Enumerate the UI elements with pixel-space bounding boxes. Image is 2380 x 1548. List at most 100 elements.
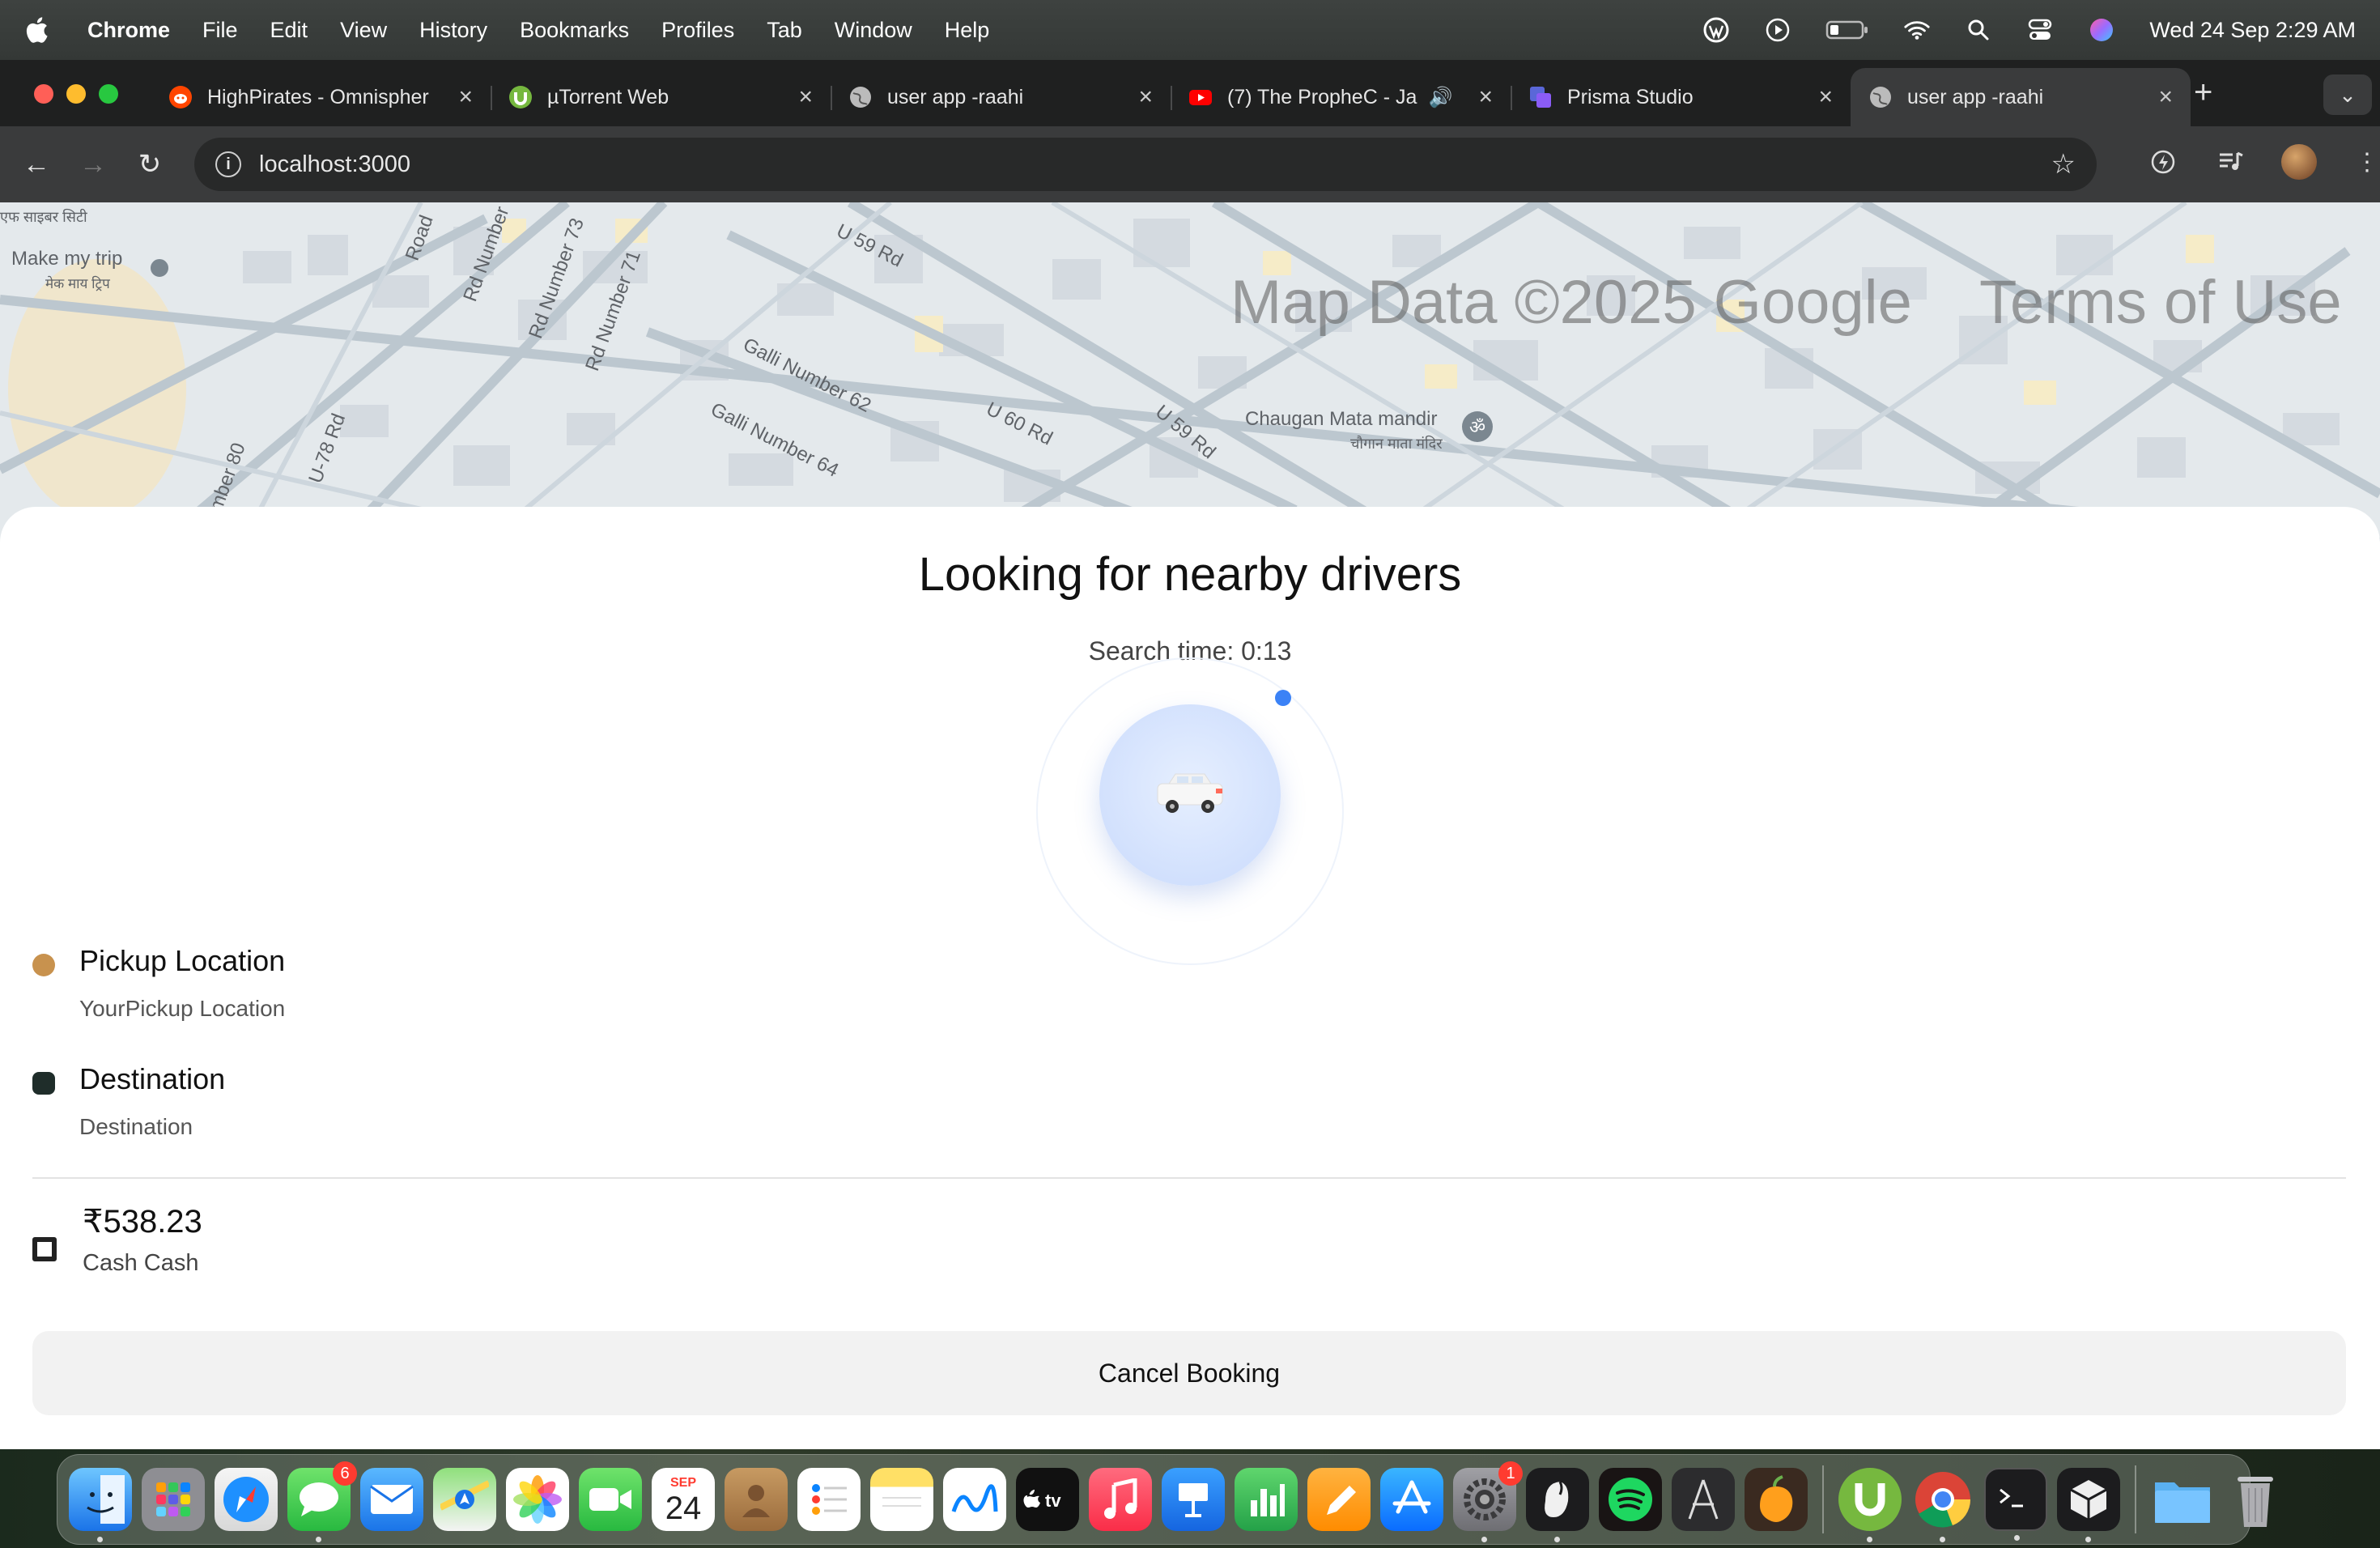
macos-dock: 6 SEP 24 tv 1	[57, 1454, 2273, 1545]
launchpad-icon[interactable]	[142, 1468, 205, 1531]
trash-icon[interactable]	[2224, 1468, 2287, 1531]
youtube-icon	[1188, 85, 1213, 109]
menu-view[interactable]: View	[340, 18, 387, 43]
close-window-button[interactable]	[34, 84, 53, 104]
new-tab-icon[interactable]: +	[2194, 74, 2212, 111]
pages-icon[interactable]	[1307, 1468, 1371, 1531]
chrome-icon[interactable]	[1911, 1468, 1974, 1542]
media-controls-icon[interactable]	[2213, 144, 2249, 180]
site-info-icon[interactable]: i	[215, 151, 241, 177]
tab-user-app[interactable]: user app -raahi ×	[831, 68, 1171, 126]
calendar-day: 24	[665, 1491, 702, 1526]
calendar-icon[interactable]: SEP 24	[652, 1468, 715, 1531]
close-tab-icon[interactable]: ×	[1138, 83, 1153, 111]
tab-youtube[interactable]: (7) The PropheC - Ja 🔊 ×	[1171, 68, 1511, 126]
fl-studio-icon[interactable]	[1745, 1468, 1808, 1531]
dock-separator	[2135, 1465, 2136, 1533]
pickup-title: Pickup Location	[79, 944, 286, 977]
reload-icon[interactable]: ↻	[130, 144, 170, 185]
payment-cash-icon	[32, 1237, 57, 1261]
reminders-icon[interactable]	[797, 1468, 861, 1531]
apple-tv-icon[interactable]: tv	[1016, 1468, 1079, 1531]
facetime-icon[interactable]	[579, 1468, 642, 1531]
freeform-icon[interactable]	[943, 1468, 1006, 1531]
control-center-icon[interactable]	[2026, 16, 2054, 44]
downloads-folder-icon[interactable]	[2151, 1468, 2214, 1531]
booking-sheet: Looking for nearby drivers Search time: …	[0, 507, 2380, 1449]
voice-memos-icon[interactable]	[1526, 1468, 1589, 1542]
pickup-row: Pickup Location YourPickup Location	[32, 944, 285, 1022]
temple-icon: ॐ	[1462, 411, 1493, 442]
tab-utorrent[interactable]: µTorrent Web ×	[491, 68, 831, 126]
speaker-icon[interactable]: 🔊	[1429, 86, 1453, 109]
map-label-makemytrip: Make my trip	[11, 248, 123, 270]
menu-bookmarks[interactable]: Bookmarks	[520, 18, 629, 43]
battery-icon[interactable]	[1825, 16, 1869, 44]
close-tab-icon[interactable]: ×	[1818, 83, 1833, 111]
numbers-icon[interactable]	[1235, 1468, 1298, 1531]
destination-dot-icon	[32, 1072, 55, 1095]
unity-icon[interactable]	[2057, 1468, 2120, 1542]
menu-edit[interactable]: Edit	[270, 18, 308, 43]
app-store-icon[interactable]	[1380, 1468, 1443, 1531]
menu-help[interactable]: Help	[945, 18, 990, 43]
notes-icon[interactable]	[870, 1468, 933, 1531]
close-tab-icon[interactable]: ×	[2158, 83, 2173, 111]
close-tab-icon[interactable]: ×	[798, 83, 813, 111]
menu-window[interactable]: Window	[835, 18, 912, 43]
tab-title: user app -raahi	[887, 85, 1024, 108]
tab-prisma-studio[interactable]: Prisma Studio ×	[1511, 68, 1851, 126]
media-play-status-icon[interactable]	[1764, 16, 1791, 44]
bookmark-star-icon[interactable]: ☆	[2051, 148, 2076, 181]
browser-tab-strip: HighPirates - Omnispher × µTorrent Web ×…	[0, 60, 2380, 126]
wifi-icon[interactable]	[1903, 16, 1931, 44]
window-controls	[34, 84, 118, 104]
contacts-icon[interactable]	[725, 1468, 788, 1531]
tab-search-chevron-icon[interactable]: ⌄	[2323, 74, 2372, 115]
mail-icon[interactable]	[360, 1468, 423, 1531]
keynote-icon[interactable]	[1162, 1468, 1225, 1531]
utorrent-dock-icon[interactable]	[1838, 1468, 1902, 1542]
music-icon[interactable]	[1089, 1468, 1152, 1531]
menu-history[interactable]: History	[419, 18, 487, 43]
search-radar	[1099, 704, 1281, 886]
wordpress-status-icon[interactable]	[1702, 16, 1730, 44]
minimize-window-button[interactable]	[66, 84, 86, 104]
profile-avatar[interactable]	[2281, 144, 2317, 180]
menu-tab[interactable]: Tab	[767, 18, 802, 43]
url-text[interactable]: localhost:3000	[259, 151, 410, 178]
apple-menu-icon[interactable]	[24, 16, 65, 44]
car-icon	[1151, 769, 1229, 822]
map-terms-watermark[interactable]: Terms of Use	[1979, 267, 2342, 338]
menubar-datetime[interactable]: Wed 24 Sep 2:29 AM	[2149, 18, 2356, 43]
back-arrow-icon[interactable]: ←	[16, 144, 57, 185]
tab-user-app-active[interactable]: user app -raahi ×	[1851, 68, 2191, 126]
menu-profiles[interactable]: Profiles	[661, 18, 734, 43]
messages-icon[interactable]: 6	[287, 1461, 357, 1542]
cancel-booking-button[interactable]: Cancel Booking	[32, 1331, 2346, 1415]
tab-highpirates[interactable]: HighPirates - Omnispher ×	[151, 68, 491, 126]
finder-icon[interactable]	[69, 1468, 132, 1542]
system-settings-icon[interactable]: 1	[1453, 1461, 1523, 1542]
map-label-mandir: Chaugan Mata mandir	[1245, 408, 1438, 430]
close-tab-icon[interactable]: ×	[1478, 83, 1493, 111]
menu-app-name[interactable]: Chrome	[87, 18, 170, 43]
spotify-icon[interactable]	[1599, 1468, 1662, 1531]
close-tab-icon[interactable]: ×	[458, 83, 473, 111]
more-menu-icon[interactable]: ⋮	[2349, 144, 2380, 180]
siri-icon[interactable]	[2088, 16, 2115, 44]
toolbar-actions: ⋮	[2145, 144, 2380, 180]
instruments-icon[interactable]	[1672, 1468, 1735, 1531]
zoom-window-button[interactable]	[99, 84, 118, 104]
performance-icon[interactable]	[2145, 144, 2181, 180]
forward-arrow-icon[interactable]: →	[73, 144, 113, 185]
menu-file[interactable]: File	[202, 18, 238, 43]
address-bar[interactable]: i localhost:3000 ☆	[194, 138, 2097, 191]
safari-icon[interactable]	[215, 1468, 278, 1531]
terminal-icon[interactable]	[1984, 1468, 2047, 1541]
tab-title: user app -raahi	[1907, 85, 2044, 108]
photos-icon[interactable]	[506, 1468, 569, 1531]
maps-icon[interactable]	[433, 1468, 496, 1531]
spotlight-search-icon[interactable]	[1965, 16, 1992, 44]
map-view[interactable]: Rd Number 80 U-78 Rd Rd Number Road Rd N…	[0, 202, 2380, 542]
